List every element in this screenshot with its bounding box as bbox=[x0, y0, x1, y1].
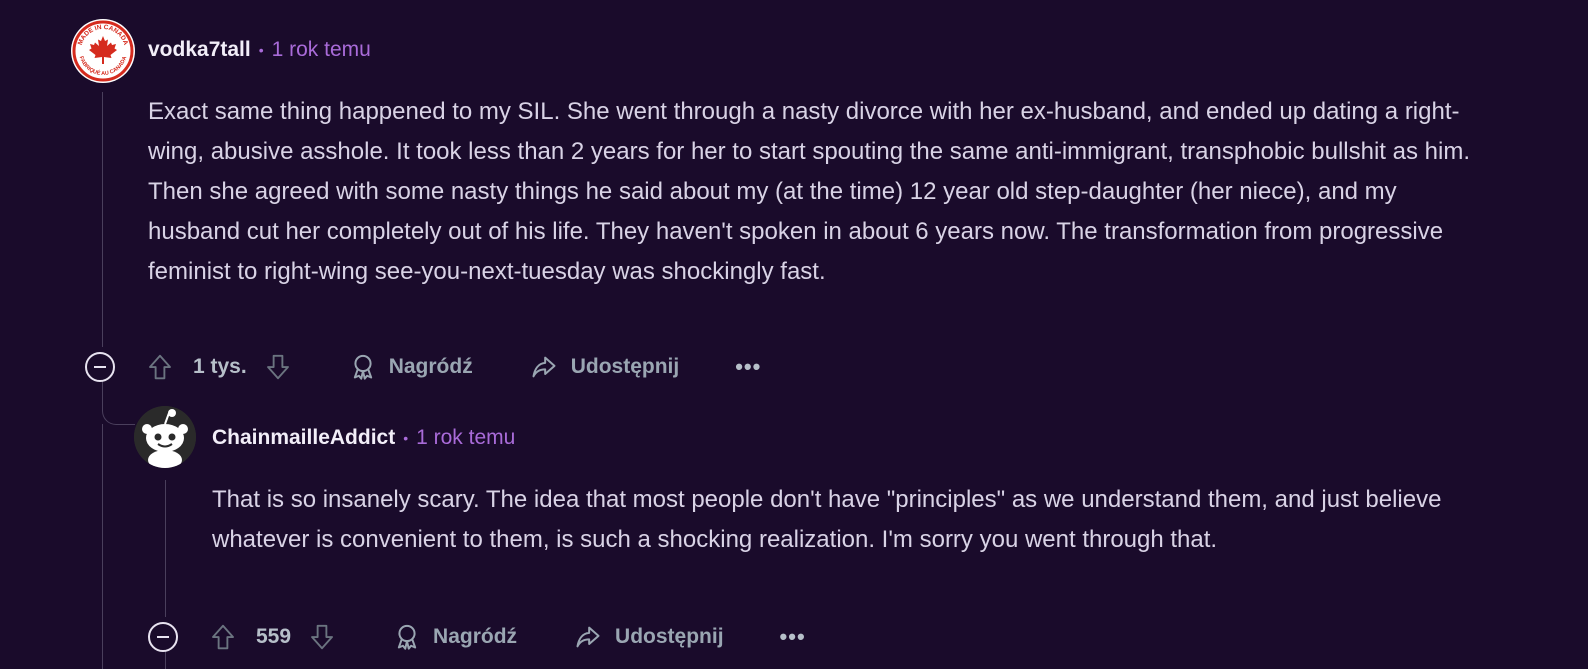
award-button[interactable]: Nagródź bbox=[393, 623, 517, 651]
award-icon bbox=[397, 624, 417, 650]
downvote-icon[interactable] bbox=[263, 352, 293, 382]
award-icon bbox=[353, 354, 372, 380]
vote-score: 559 bbox=[256, 625, 292, 648]
comment-meta: ChainmailleAddict • 1 rok temu bbox=[212, 426, 515, 450]
share-label: Udostępnij bbox=[615, 625, 724, 648]
upvote-icon[interactable] bbox=[145, 352, 175, 382]
meta-separator: • bbox=[403, 430, 409, 446]
thread-line-nested[interactable] bbox=[165, 480, 166, 617]
share-button[interactable]: Udostępnij bbox=[529, 353, 680, 381]
share-icon bbox=[576, 626, 600, 648]
vote-control: 1 tys. bbox=[145, 352, 293, 382]
vote-score: 1 tys. bbox=[193, 355, 247, 378]
comment-actions: 559 Nagródź Udostępnij ••• bbox=[148, 617, 806, 657]
canada-flag-badge-icon: MADE IN CANADA FABRIQUÉ AU CANADA bbox=[72, 20, 134, 82]
avatar[interactable]: MADE IN CANADA FABRIQUÉ AU CANADA bbox=[71, 19, 135, 83]
more-options-button[interactable]: ••• bbox=[780, 624, 806, 650]
award-button[interactable]: Nagródź bbox=[349, 353, 473, 381]
meta-separator: • bbox=[258, 42, 264, 58]
minus-icon bbox=[157, 636, 169, 638]
upvote-icon[interactable] bbox=[208, 622, 238, 652]
thread-line[interactable] bbox=[102, 92, 103, 347]
more-options-button[interactable]: ••• bbox=[735, 354, 761, 380]
collapse-button[interactable] bbox=[85, 352, 115, 382]
author-link[interactable]: ChainmailleAddict bbox=[212, 426, 395, 450]
share-icon bbox=[532, 356, 556, 378]
comment-actions: 1 tys. Nagródź Udostępnij ••• bbox=[85, 347, 761, 387]
snoo-avatar-icon bbox=[134, 406, 196, 468]
comment-body: That is so insanely scary. The idea that… bbox=[212, 486, 1442, 553]
vote-control: 559 bbox=[208, 622, 337, 652]
avatar[interactable] bbox=[134, 406, 196, 468]
award-label: Nagródź bbox=[433, 625, 518, 648]
downvote-icon[interactable] bbox=[307, 622, 337, 652]
collapse-button[interactable] bbox=[148, 622, 178, 652]
award-label: Nagródź bbox=[388, 355, 473, 378]
thread-line[interactable] bbox=[102, 424, 103, 669]
timestamp-link[interactable]: 1 rok temu bbox=[416, 426, 515, 450]
timestamp-link[interactable]: 1 rok temu bbox=[272, 38, 371, 62]
comment-thread: MADE IN CANADA FABRIQUÉ AU CANADA vodka7… bbox=[0, 0, 1588, 669]
comment-body: Exact same thing happened to my SIL. She… bbox=[148, 98, 1470, 285]
comment-meta: vodka7tall • 1 rok temu bbox=[148, 38, 371, 62]
share-button[interactable]: Udostępnij bbox=[573, 623, 724, 651]
minus-icon bbox=[94, 366, 106, 368]
share-label: Udostępnij bbox=[570, 355, 680, 378]
author-link[interactable]: vodka7tall bbox=[148, 38, 251, 62]
